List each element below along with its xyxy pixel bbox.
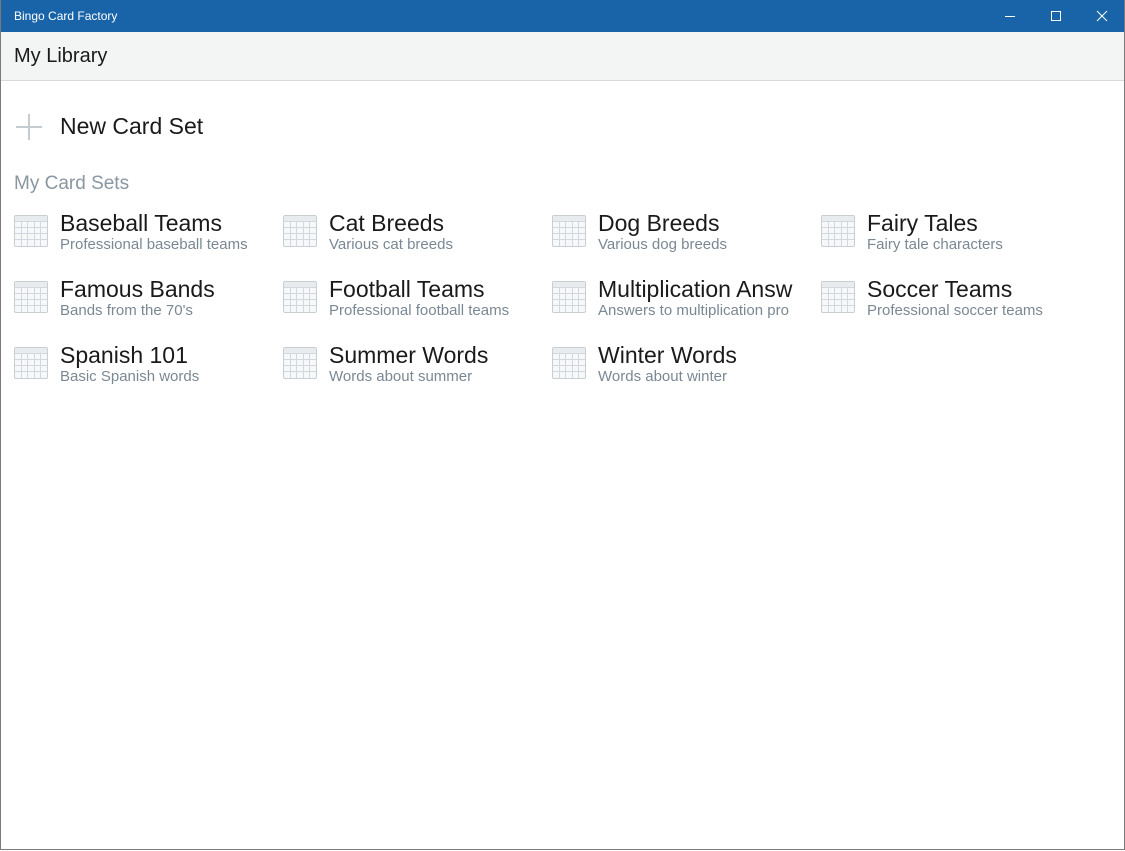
grid-icon bbox=[14, 347, 48, 379]
card-set-text: Baseball Teams Professional baseball tea… bbox=[60, 206, 269, 262]
maximize-icon bbox=[1051, 11, 1061, 21]
card-set-item[interactable]: Cat Breeds Various cat breeds bbox=[283, 206, 538, 262]
card-set-item[interactable]: Fairy Tales Fairy tale characters bbox=[821, 206, 1076, 262]
card-set-item[interactable]: Summer Words Words about summer bbox=[283, 338, 538, 394]
card-set-description: Fairy tale characters bbox=[867, 236, 1003, 253]
minimize-button[interactable] bbox=[987, 0, 1033, 32]
card-set-item[interactable]: Baseball Teams Professional baseball tea… bbox=[14, 206, 269, 262]
close-icon bbox=[1096, 10, 1108, 22]
card-set-item[interactable]: Famous Bands Bands from the 70's bbox=[14, 272, 269, 328]
card-set-description: Words about winter bbox=[598, 368, 727, 385]
card-set-item[interactable]: Soccer Teams Professional soccer teams bbox=[821, 272, 1076, 328]
card-set-item[interactable]: Spanish 101 Basic Spanish words bbox=[14, 338, 269, 394]
card-set-description: Professional soccer teams bbox=[867, 302, 1043, 319]
card-set-item[interactable]: Football Teams Professional football tea… bbox=[283, 272, 538, 328]
close-button[interactable] bbox=[1079, 0, 1124, 32]
card-set-text: Famous Bands Bands from the 70's bbox=[60, 272, 269, 328]
card-set-name: Cat Breeds bbox=[329, 210, 445, 236]
card-set-item[interactable]: Multiplication Answ Answers to multiplic… bbox=[552, 272, 807, 328]
card-set-description: Various dog breeds bbox=[598, 236, 727, 253]
card-set-name: Spanish 101 bbox=[60, 342, 188, 368]
card-set-item[interactable]: Winter Words Words about winter bbox=[552, 338, 807, 394]
grid-icon bbox=[821, 215, 855, 247]
grid-icon bbox=[283, 215, 317, 247]
card-set-name: Football Teams bbox=[329, 276, 485, 302]
window-title: Bingo Card Factory bbox=[14, 9, 118, 23]
card-set-name: Summer Words bbox=[329, 342, 489, 368]
card-set-description: Various cat breeds bbox=[329, 236, 453, 253]
grid-icon bbox=[283, 347, 317, 379]
card-set-name: Fairy Tales bbox=[867, 210, 978, 236]
card-set-text: Football Teams Professional football tea… bbox=[329, 272, 538, 328]
plus-icon bbox=[16, 114, 42, 140]
grid-icon bbox=[552, 215, 586, 247]
card-set-description: Words about summer bbox=[329, 368, 473, 385]
grid-icon bbox=[14, 281, 48, 313]
card-set-item[interactable]: Dog Breeds Various dog breeds bbox=[552, 206, 807, 262]
card-set-text: Winter Words Words about winter bbox=[598, 338, 807, 394]
new-card-set-label: New Card Set bbox=[60, 112, 204, 139]
page-header: My Library bbox=[1, 32, 1124, 81]
card-set-text: Summer Words Words about summer bbox=[329, 338, 538, 394]
card-set-name: Famous Bands bbox=[60, 276, 215, 302]
section-title: My Card Sets bbox=[14, 173, 130, 194]
card-set-text: Spanish 101 Basic Spanish words bbox=[60, 338, 269, 394]
card-set-name: Baseball Teams bbox=[60, 210, 222, 236]
page-title: My Library bbox=[14, 45, 108, 67]
card-set-description: Professional football teams bbox=[329, 302, 510, 319]
grid-icon bbox=[14, 215, 48, 247]
card-set-description: Bands from the 70's bbox=[60, 302, 193, 319]
new-card-set-button[interactable]: New Card Set bbox=[14, 108, 203, 144]
card-set-text: Fairy Tales Fairy tale characters bbox=[867, 206, 1076, 262]
minimize-icon bbox=[1005, 16, 1015, 17]
card-set-name: Soccer Teams bbox=[867, 276, 1013, 302]
card-set-description: Answers to multiplication pro bbox=[598, 302, 789, 319]
grid-icon bbox=[552, 281, 586, 313]
maximize-button[interactable] bbox=[1033, 0, 1079, 32]
grid-icon bbox=[821, 281, 855, 313]
title-bar[interactable]: Bingo Card Factory bbox=[1, 0, 1124, 32]
card-set-text: Dog Breeds Various dog breeds bbox=[598, 206, 807, 262]
card-set-text: Cat Breeds Various cat breeds bbox=[329, 206, 538, 262]
card-set-name: Dog Breeds bbox=[598, 210, 720, 236]
card-set-text: Soccer Teams Professional soccer teams bbox=[867, 272, 1076, 328]
app-window: Bingo Card Factory My Library New Card S… bbox=[0, 0, 1125, 850]
card-set-description: Professional baseball teams bbox=[60, 236, 248, 253]
card-set-name: Winter Words bbox=[598, 342, 737, 368]
card-set-description: Basic Spanish words bbox=[60, 368, 200, 385]
card-set-name: Multiplication Answ bbox=[598, 276, 793, 302]
grid-icon bbox=[283, 281, 317, 313]
grid-icon bbox=[552, 347, 586, 379]
card-set-text: Multiplication Answ Answers to multiplic… bbox=[598, 272, 807, 328]
